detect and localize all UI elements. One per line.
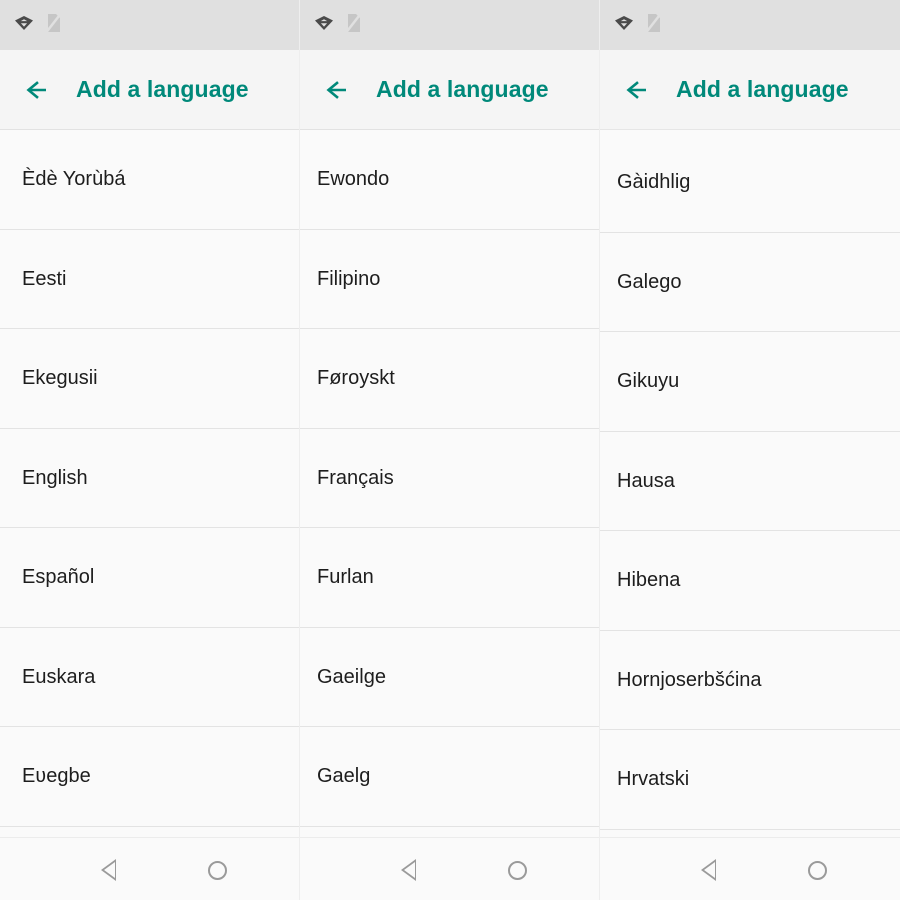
page-title: Add a language [76, 76, 249, 102]
language-list[interactable]: Gàidhlig Galego Gikuyu Hausa Hibena Horn… [600, 130, 900, 837]
phone-panel-2: Add a language Ewondo Filipino Føroyskt … [300, 0, 600, 900]
navigation-bar [0, 837, 300, 900]
nav-back-button[interactable] [684, 846, 732, 894]
language-label: Ewondo [317, 168, 390, 191]
nav-home-button[interactable] [793, 846, 841, 894]
language-label: Hrvatski [617, 768, 690, 791]
wifi-icon [614, 15, 634, 36]
list-item[interactable]: Hausa [600, 431, 900, 531]
sim-off-icon [645, 12, 662, 38]
list-item[interactable]: Føroyskt [300, 329, 600, 429]
language-list[interactable]: Èdè Yorùbá Eesti Ekegusii English Españo… [0, 130, 300, 837]
home-circle-icon [207, 860, 227, 880]
back-arrow-icon[interactable] [612, 78, 668, 102]
list-item[interactable]: Euskara [0, 627, 300, 727]
list-item[interactable]: Français [300, 428, 600, 528]
language-label: Euskara [22, 665, 96, 688]
nav-home-button[interactable] [193, 846, 241, 894]
list-item[interactable]: Galego [600, 232, 900, 332]
list-item[interactable]: Gikuyu [600, 332, 900, 432]
language-label: Hausa [617, 469, 675, 492]
back-triangle-icon [100, 859, 116, 881]
language-label: Gàidhlig [617, 171, 691, 194]
home-circle-icon [807, 860, 827, 880]
language-label: Galego [617, 270, 682, 293]
screenshot-root: Add a language Èdè Yorùbá Eesti Ekegusii… [0, 0, 900, 900]
navigation-bar [600, 837, 900, 900]
back-arrow-icon[interactable] [12, 78, 68, 102]
language-list[interactable]: Ewondo Filipino Føroyskt Français Furlan… [300, 130, 600, 837]
list-item[interactable]: Gaelg [300, 727, 600, 827]
sim-off-icon [45, 12, 62, 38]
list-item[interactable]: Eesti [0, 229, 300, 329]
language-label: Gaeilge [317, 665, 386, 688]
sim-off-icon [345, 12, 362, 38]
list-item[interactable]: Ewondo [300, 130, 600, 230]
language-label: English [22, 466, 88, 489]
status-icon-group [314, 12, 362, 38]
language-label: Èdè Yorùbá [22, 168, 126, 191]
language-label: Hibena [617, 569, 681, 592]
list-item[interactable]: Gàidhlig [600, 133, 900, 233]
language-label: Français [317, 466, 394, 489]
status-icon-group [14, 12, 62, 38]
language-label: Gaelg [317, 765, 371, 788]
nav-back-button[interactable] [384, 846, 432, 894]
language-label: Føroyskt [317, 367, 395, 390]
list-item[interactable]: Ekegusii [0, 329, 300, 429]
back-triangle-icon [700, 859, 716, 881]
nav-back-button[interactable] [84, 846, 132, 894]
language-label: Gikuyu [617, 370, 680, 393]
list-item[interactable]: Español [0, 528, 300, 628]
list-item[interactable]: Furlan [300, 528, 600, 628]
back-triangle-icon [400, 859, 416, 881]
app-bar: Add a language [0, 50, 300, 130]
status-bar [300, 0, 600, 50]
language-label: Eʋegbe [22, 765, 91, 788]
home-circle-icon [507, 860, 527, 880]
phone-panel-3: Add a language Gàidhlig Galego Gikuyu Ha… [600, 0, 900, 900]
list-item[interactable]: Hibena [600, 531, 900, 631]
list-item[interactable]: Gaeilge [300, 627, 600, 727]
list-item[interactable]: English [0, 428, 300, 528]
language-label: Español [22, 566, 95, 589]
list-item[interactable]: Hornjoserbšćina [600, 630, 900, 730]
wifi-icon [314, 15, 334, 36]
phone-panel-1: Add a language Èdè Yorùbá Eesti Ekegusii… [0, 0, 300, 900]
status-icon-group [614, 12, 662, 38]
page-title: Add a language [676, 76, 849, 102]
list-item[interactable]: Hrvatski [600, 730, 900, 830]
app-bar: Add a language [600, 50, 900, 130]
navigation-bar [300, 837, 600, 900]
list-item[interactable]: Èdè Yorùbá [0, 130, 300, 230]
app-bar: Add a language [300, 50, 600, 130]
list-item[interactable]: Filipino [300, 229, 600, 329]
page-title: Add a language [376, 76, 549, 102]
back-arrow-icon[interactable] [312, 78, 368, 102]
status-bar [0, 0, 300, 50]
status-bar [600, 0, 900, 50]
language-label: Filipino [317, 267, 381, 290]
language-label: Ekegusii [22, 367, 98, 390]
wifi-icon [14, 15, 34, 36]
language-label: Hornjoserbšćina [617, 668, 762, 691]
language-label: Eesti [22, 267, 67, 290]
list-item[interactable]: Eʋegbe [0, 727, 300, 827]
nav-home-button[interactable] [493, 846, 541, 894]
language-label: Furlan [317, 566, 374, 589]
